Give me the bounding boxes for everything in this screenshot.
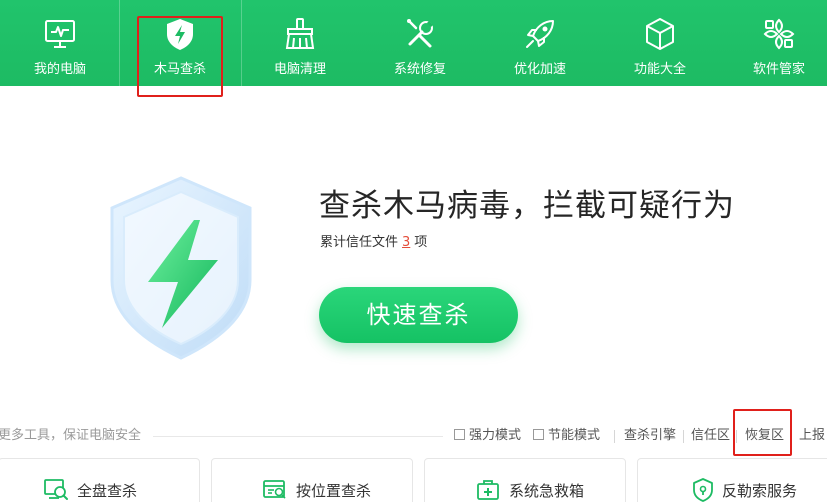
nav-label: 电脑清理 xyxy=(273,62,326,77)
report-link[interactable]: 上报 xyxy=(799,428,825,444)
apps-icon xyxy=(763,18,795,50)
nav-label: 功能大全 xyxy=(633,62,686,77)
top-navigation: 我的电脑 木马查杀 电脑清理 系统修复 优化加速 功能大全 软件管家 xyxy=(0,0,827,86)
separator xyxy=(683,430,684,443)
full-scan-icon xyxy=(44,479,68,500)
separator xyxy=(614,430,615,443)
cube-icon xyxy=(646,18,674,50)
hero-title: 查杀木马病毒，拦截可疑行为 xyxy=(319,188,735,224)
separator xyxy=(736,430,737,443)
location-scan-icon xyxy=(263,480,286,499)
anti-ransom-card[interactable]: 反勒索服务 xyxy=(637,458,827,502)
checkbox-box[interactable] xyxy=(454,429,465,440)
nav-label: 系统修复 xyxy=(393,62,446,77)
more-tools-title: 更多工具，保证电脑安全 xyxy=(0,428,142,443)
nav-item-system-repair[interactable]: 系统修复 xyxy=(360,0,480,86)
power-mode-label: 强力模式 xyxy=(469,428,522,443)
nav-label: 木马查杀 xyxy=(153,62,206,77)
nav-item-optimize[interactable]: 优化加速 xyxy=(480,0,600,86)
trust-zone-link[interactable]: 信任区 xyxy=(691,428,730,444)
broom-icon xyxy=(285,18,315,49)
first-aid-icon xyxy=(477,480,499,500)
restore-zone-link[interactable]: 恢复区 xyxy=(745,428,784,444)
checkbox-box[interactable] xyxy=(533,429,544,440)
shield-lightning-icon xyxy=(110,176,252,360)
divider-line xyxy=(153,436,443,437)
nav-item-computer-clean[interactable]: 电脑清理 xyxy=(240,0,360,86)
power-mode-checkbox[interactable]: 强力模式 xyxy=(454,428,521,444)
trusted-files-summary: 累计信任文件 3 项 xyxy=(320,234,427,252)
trusted-files-suffix: 项 xyxy=(414,235,428,250)
nav-label: 我的电脑 xyxy=(33,62,86,77)
quick-scan-button[interactable]: 快速查杀 xyxy=(319,287,518,343)
nav-item-trojan-scan[interactable]: 木马查杀 xyxy=(119,0,242,86)
monitor-icon xyxy=(45,20,75,48)
card-label: 全盘查杀 xyxy=(77,482,138,500)
tools-icon xyxy=(407,19,434,48)
save-mode-checkbox[interactable]: 节能模式 xyxy=(533,428,600,444)
card-label: 反勒索服务 xyxy=(722,482,798,500)
trusted-files-label: 累计信任文件 xyxy=(320,235,399,250)
shield-bolt-icon xyxy=(167,19,193,50)
nav-item-features[interactable]: 功能大全 xyxy=(600,0,720,86)
rocket-icon xyxy=(526,20,554,48)
trusted-files-count-link[interactable]: 3 xyxy=(402,235,410,250)
nav-item-software-manager[interactable]: 软件管家 xyxy=(719,0,827,86)
card-label: 系统急救箱 xyxy=(509,482,585,500)
anti-ransom-icon xyxy=(693,478,713,502)
scan-engine-link[interactable]: 查杀引擎 xyxy=(624,428,676,444)
save-mode-label: 节能模式 xyxy=(548,428,601,443)
card-label: 按位置查杀 xyxy=(296,482,372,500)
first-aid-card[interactable]: 系统急救箱 xyxy=(424,458,626,502)
nav-item-my-computer[interactable]: 我的电脑 xyxy=(0,0,120,86)
nav-label: 优化加速 xyxy=(513,62,566,77)
location-scan-card[interactable]: 按位置查杀 xyxy=(211,458,413,502)
separator xyxy=(790,430,791,443)
full-scan-card[interactable]: 全盘查杀 xyxy=(0,458,200,502)
nav-label: 软件管家 xyxy=(752,62,805,77)
